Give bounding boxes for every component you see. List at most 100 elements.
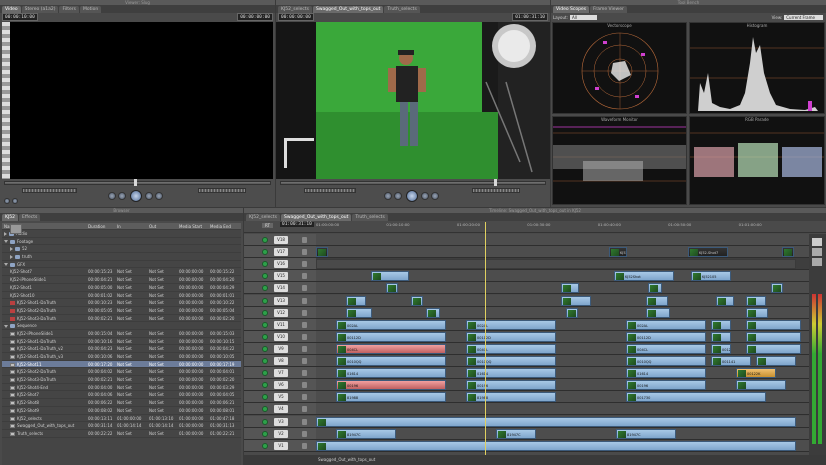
timeline-clip[interactable]: 00112D <box>626 331 706 342</box>
browser-row[interactable]: KJ52-Shot1-DaTruth_v3 00:00:10:06 Not Set N… <box>2 353 241 361</box>
track-label[interactable]: V11 <box>274 320 288 329</box>
rt-menu[interactable]: RT <box>262 223 273 228</box>
track-visibility-icon[interactable] <box>262 406 268 413</box>
timeline-clip[interactable] <box>771 283 783 294</box>
track-label[interactable]: V5 <box>274 393 288 402</box>
timeline-clip[interactable]: KJ52105 <box>691 271 731 282</box>
timeline-clip[interactable] <box>566 307 578 318</box>
track-label[interactable]: V16 <box>274 260 288 269</box>
canvas-play-around-button[interactable] <box>421 192 429 200</box>
timeline-clip[interactable]: KJ52 <box>782 247 794 258</box>
disclosure-triangle-icon[interactable] <box>10 247 13 252</box>
browser-row[interactable]: Audio <box>2 230 241 238</box>
tab-motion[interactable]: Motion <box>79 6 102 13</box>
timeline-clip[interactable]: 004CL <box>466 343 556 354</box>
timeline-clip[interactable] <box>411 295 423 306</box>
track-visibility-icon[interactable] <box>262 273 268 280</box>
browser-row[interactable]: KJ52_selects 00:00:13:11 01:00:00:00 01:00:… <box>2 415 241 423</box>
timeline-clip[interactable]: 81988 <box>336 392 446 403</box>
timeline-clip[interactable] <box>648 283 662 294</box>
disclosure-triangle-icon[interactable] <box>4 263 8 267</box>
canvas-prev-edit-button[interactable] <box>384 192 392 200</box>
timeline-ruler[interactable]: 01:00:00:00 01:00:10:00 01:00:20:00 01:00:3… <box>316 221 809 233</box>
viewer-scrubber[interactable] <box>4 181 271 185</box>
browser-row[interactable]: KJ52-Shot1-DaTruth 00:00:10:16 Not Set Not … <box>2 338 241 346</box>
timeline-clip[interactable]: 002AL <box>336 319 446 330</box>
histogram-pane[interactable]: Histogram <box>689 22 825 114</box>
track-visibility-icon[interactable] <box>262 430 268 437</box>
timeline-clip[interactable]: 01614 <box>466 368 556 379</box>
track-label[interactable]: V10 <box>274 332 288 341</box>
track-label[interactable]: V2 <box>274 429 288 438</box>
timeline-clip[interactable] <box>316 440 796 451</box>
timeline-clip[interactable] <box>746 331 801 342</box>
track-visibility-icon[interactable] <box>262 358 268 364</box>
disclosure-triangle-icon[interactable] <box>4 240 8 244</box>
timeline-clip[interactable] <box>716 295 734 306</box>
tab-video[interactable]: Video <box>2 6 21 13</box>
track-content[interactable]: 81988 81988 001730 <box>316 391 809 403</box>
timeline-clip[interactable]: KJ52Shot <box>614 271 674 282</box>
track-label[interactable]: V4 <box>274 405 288 414</box>
col-media-start-header[interactable]: Media Start <box>177 223 208 229</box>
browser-row[interactable]: KJ52-Shot8 00:00:06:22 Not Set Not Set 00:00… <box>2 399 241 407</box>
track-label[interactable]: V7 <box>274 369 288 378</box>
col-in-header[interactable]: In <box>115 223 147 229</box>
viewer-mark-in-button[interactable] <box>4 198 10 204</box>
timeline-clip[interactable]: 004CL <box>626 343 706 354</box>
timeline-track[interactable]: V1 <box>244 439 826 452</box>
tab-frame-viewer[interactable]: Frame Viewer <box>590 6 627 13</box>
track-lock-icon[interactable] <box>302 358 307 364</box>
timeline-clip[interactable]: 81947C <box>496 428 536 439</box>
track-content[interactable]: 81947C 81947C 81947C <box>316 427 809 439</box>
browser-row[interactable]: KJ52-Shot2-DaTruth 00:00:05:05 Not Set Not … <box>2 307 241 315</box>
col-out-header[interactable]: Out <box>147 223 177 229</box>
track-label[interactable]: V17 <box>274 248 288 257</box>
browser-row[interactable]: KJ52-Shot7 00:00:04:06 Not Set Not Set 00:00… <box>2 391 241 400</box>
browser-row[interactable]: KJ52-Shot9 00:00:08:02 Not Set Not Set 00:00… <box>2 407 241 415</box>
timeline-track[interactable]: V4 <box>244 403 826 416</box>
track-content[interactable] <box>316 258 809 270</box>
browser-row[interactable]: KJ52-Shot3-DaTruth 00:00:02:21 Not Set Not … <box>2 376 241 384</box>
vectorscope-pane[interactable]: Vectorscope <box>552 22 687 114</box>
track-visibility-icon[interactable] <box>262 249 268 256</box>
timeline-clip[interactable]: 0010QQ <box>466 356 556 366</box>
track-label[interactable]: V12 <box>274 308 288 317</box>
track-lock-icon[interactable] <box>302 345 307 352</box>
timeline-track[interactable]: V16 <box>244 258 826 271</box>
browser-row[interactable]: Swagged_Out_with_tops_out 00:00:31:14 01:0… <box>2 422 241 430</box>
browser-row[interactable]: 52 <box>2 245 241 254</box>
canvas-scrubber[interactable] <box>280 181 546 185</box>
canvas-playhead[interactable] <box>494 179 497 186</box>
track-content[interactable]: 00112D 00112D 00112D <box>316 330 809 342</box>
track-content[interactable]: 0010QQ 0010QQ 0010QQ 001141 <box>316 355 809 367</box>
track-lock-icon[interactable] <box>302 261 307 268</box>
timeline-timecode[interactable]: 01:00:31:10 <box>280 222 314 227</box>
track-lock-icon[interactable] <box>302 406 307 413</box>
tab-browser-kj52[interactable]: KJ52 <box>2 214 19 221</box>
tab-timeline-kj52-selects[interactable]: KJ52_selects <box>246 214 280 221</box>
tab-browser-effects[interactable]: Effects <box>19 214 41 221</box>
timeline-clip[interactable] <box>646 295 668 306</box>
timeline-track[interactable]: V8 0010QQ 0010QQ 0010QQ 001141 <box>244 355 826 368</box>
browser-row[interactable]: KJ52-Shot1-DaTruth 00:00:10:23 Not Set Not … <box>2 299 241 307</box>
view-select[interactable]: Current Frame <box>784 15 823 20</box>
track-lock-icon[interactable] <box>302 430 307 437</box>
layout-select[interactable]: All <box>569 15 597 20</box>
timeline-clip[interactable] <box>746 343 801 354</box>
track-lock-icon[interactable] <box>302 382 307 389</box>
track-content[interactable] <box>316 439 809 451</box>
waveform-pane[interactable]: Waveform Monitor <box>552 116 687 205</box>
timeline-clip[interactable] <box>561 295 591 306</box>
tab-filters[interactable]: Filters <box>59 6 79 13</box>
timeline-clip[interactable] <box>346 307 372 318</box>
timeline-track[interactable]: V6 00196 00196 00196 <box>244 379 826 392</box>
timeline-track[interactable]: V15 KJ52Shot KJ52105 <box>244 270 826 283</box>
track-lock-icon[interactable] <box>302 237 307 243</box>
browser-row[interactable]: Sequence <box>2 322 241 330</box>
timeline-clip[interactable]: 00196 <box>466 380 556 391</box>
timeline-clip[interactable]: KJ52 <box>316 247 328 258</box>
track-label[interactable]: V6 <box>274 381 288 390</box>
disclosure-triangle-icon[interactable] <box>4 232 7 236</box>
timeline-clip[interactable]: 001730 <box>626 392 766 403</box>
